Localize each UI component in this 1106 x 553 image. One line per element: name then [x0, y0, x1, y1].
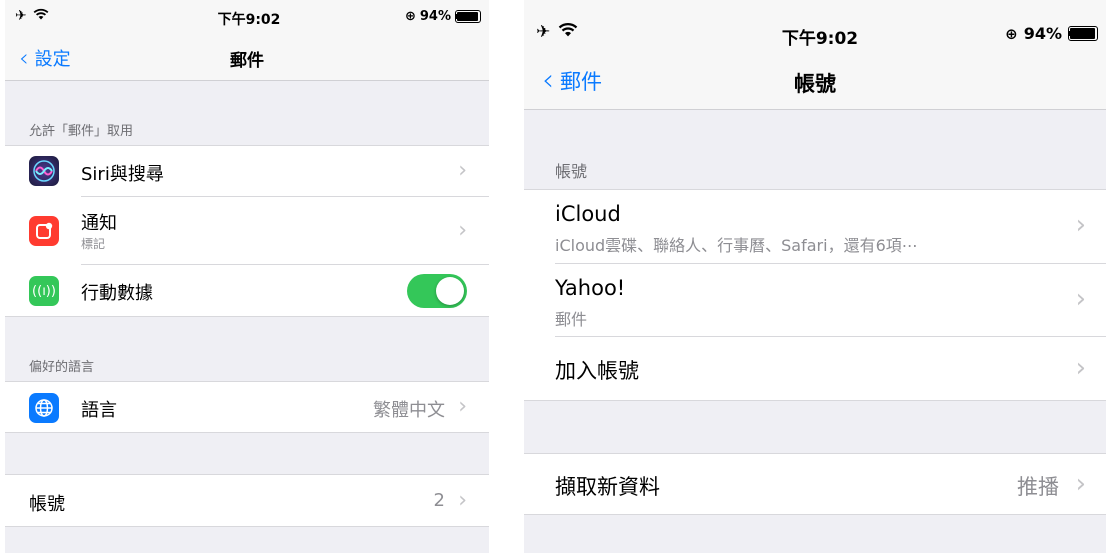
row-label: 擷取新資料	[555, 475, 660, 499]
cellular-antenna-icon: ((ı))	[29, 276, 59, 306]
navigation-bar: ‹ 郵件 帳號	[524, 52, 1106, 110]
back-button[interactable]: ‹ 郵件	[542, 63, 602, 98]
chevron-left-icon: ‹	[19, 44, 29, 72]
mail-settings-screen: ✈ 下午9:02 ⊕ 94% ‹ 設定 郵件 允許「郵件」取用 Siri與搜尋 …	[5, 0, 489, 553]
battery-percent: 94%	[419, 9, 451, 24]
row-add-account[interactable]: 加入帳號 ›	[524, 337, 1106, 401]
status-bar: ✈ 下午9:02 ⊕ 94%	[524, 0, 1106, 52]
chevron-right-icon: ›	[458, 394, 467, 419]
back-label: 設定	[34, 49, 71, 70]
status-bar: ✈ 下午9:02 ⊕ 94%	[5, 0, 489, 34]
chevron-right-icon: ›	[1075, 284, 1086, 314]
row-subtitle: 標記	[81, 237, 106, 251]
row-siri[interactable]: Siri與搜尋 ›	[5, 146, 489, 197]
wifi-icon	[558, 22, 578, 42]
orientation-lock-icon: ⊕	[404, 9, 416, 24]
globe-icon	[29, 393, 59, 423]
battery-icon	[1068, 26, 1098, 41]
row-label: 加入帳號	[555, 359, 639, 383]
section-header-language: 偏好的語言	[29, 360, 95, 375]
row-language[interactable]: 語言 繁體中文 ›	[5, 382, 489, 433]
chevron-right-icon: ›	[458, 158, 467, 183]
chevron-right-icon: ›	[458, 218, 467, 243]
accounts-list-group: iCloud iCloud雲碟、聯絡人、行事曆、Safari，還有6項⋯ › Y…	[524, 189, 1106, 401]
chevron-right-icon: ›	[1075, 469, 1086, 499]
back-button[interactable]: ‹ 設定	[19, 44, 71, 72]
orientation-lock-icon: ⊕	[1005, 24, 1018, 43]
accounts-group: 帳號 2 ›	[5, 474, 489, 527]
row-subtitle: 郵件	[555, 310, 588, 329]
cellular-data-toggle[interactable]	[407, 274, 467, 308]
status-time: 下午9:02	[781, 29, 859, 49]
row-label: iCloud	[555, 202, 621, 226]
toggle-knob	[436, 277, 464, 305]
row-label: Yahoo!	[555, 276, 626, 300]
row-notifications[interactable]: 通知 標記 ›	[5, 197, 489, 265]
section-header-accounts: 帳號	[555, 162, 588, 181]
row-subtitle: iCloud雲碟、聯絡人、行事曆、Safari，還有6項⋯	[555, 236, 918, 255]
notifications-icon	[29, 216, 59, 246]
row-label: 語言	[81, 400, 117, 421]
row-detail: 繁體中文	[373, 400, 445, 421]
row-fetch-new-data[interactable]: 擷取新資料 推播 ›	[524, 454, 1106, 515]
language-group: 語言 繁體中文 ›	[5, 381, 489, 433]
airplane-mode-icon: ✈	[15, 8, 27, 24]
accounts-screen: ✈ 下午9:02 ⊕ 94% ‹ 郵件 帳號 帳號 iCloud iCloud雲…	[524, 0, 1106, 553]
row-cellular-data: ((ı)) 行動數據	[5, 265, 489, 317]
chevron-left-icon: ‹	[542, 63, 554, 98]
row-label: 帳號	[29, 494, 65, 515]
row-label: 行動數據	[81, 283, 153, 304]
allow-access-group: Siri與搜尋 › 通知 標記 › ((ı)) 行動數據	[5, 145, 489, 317]
back-label: 郵件	[560, 69, 602, 94]
row-detail: 2	[433, 490, 445, 511]
airplane-mode-icon: ✈	[536, 22, 551, 42]
row-label: 通知	[81, 213, 117, 234]
navigation-bar: ‹ 設定 郵件	[5, 34, 489, 81]
row-accounts[interactable]: 帳號 2 ›	[5, 475, 489, 527]
section-header-allow: 允許「郵件」取用	[29, 124, 134, 139]
page-title: 郵件	[230, 51, 264, 71]
battery-icon	[455, 10, 481, 23]
wifi-icon	[33, 8, 49, 24]
row-detail: 推播	[1017, 475, 1059, 499]
row-label: Siri與搜尋	[81, 164, 164, 185]
status-time: 下午9:02	[217, 12, 281, 28]
page-title: 帳號	[794, 72, 836, 96]
chevron-right-icon: ›	[458, 488, 467, 513]
chevron-right-icon: ›	[1075, 353, 1086, 383]
siri-icon	[29, 156, 59, 186]
row-icloud[interactable]: iCloud iCloud雲碟、聯絡人、行事曆、Safari，還有6項⋯ ›	[524, 190, 1106, 264]
battery-percent: 94%	[1023, 24, 1062, 43]
row-yahoo[interactable]: Yahoo! 郵件 ›	[524, 264, 1106, 337]
fetch-group: 擷取新資料 推播 ›	[524, 453, 1106, 515]
chevron-right-icon: ›	[1075, 210, 1086, 240]
